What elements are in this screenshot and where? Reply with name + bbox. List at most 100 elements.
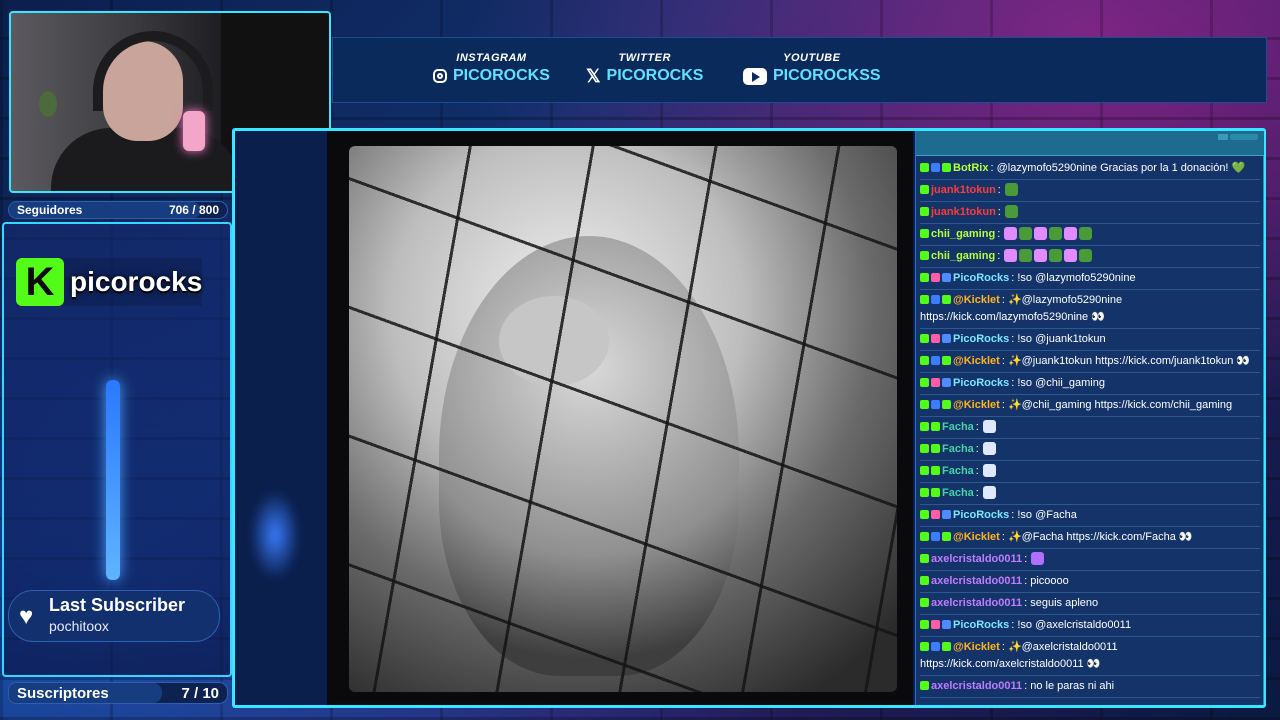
social-twitter[interactable]: TWITTER 𝕏 PICOROCKS bbox=[586, 52, 703, 85]
chat-message: Facha: bbox=[920, 483, 1260, 505]
chat-text: ✨@juank1tokun https://kick.com/juank1tok… bbox=[1007, 355, 1251, 367]
chat-text: !so @lazymofo5290nine bbox=[1017, 272, 1136, 284]
bot-badge-icon bbox=[942, 334, 951, 343]
blue-lamp-glow bbox=[250, 490, 300, 580]
chat-text: !so @juank1tokun bbox=[1017, 333, 1106, 345]
bot-badge-icon bbox=[942, 620, 951, 629]
chat-separator: : bbox=[975, 487, 982, 499]
chat-message: axelcristaldo0011: no le paras ni ahi bbox=[920, 676, 1260, 698]
pepe-emote-icon bbox=[1079, 227, 1093, 240]
social-youtube[interactable]: YOUTUBE PICOROCKSS bbox=[743, 52, 881, 85]
subscribers-value: 7 / 10 bbox=[181, 684, 219, 702]
kick-badge-icon bbox=[920, 273, 929, 282]
chat-username[interactable]: PicoRocks bbox=[953, 509, 1009, 521]
pepe-emote-icon bbox=[1079, 249, 1093, 262]
social-handle: PICOROCKS bbox=[606, 67, 704, 84]
followers-goal-bar: Seguidores 706 / 800 bbox=[8, 201, 228, 219]
chat-username[interactable]: axelcristaldo0011 bbox=[931, 597, 1022, 609]
instagram-icon bbox=[433, 69, 447, 83]
light-stick bbox=[106, 380, 120, 580]
subscribers-label: Suscriptores bbox=[17, 684, 109, 702]
social-instagram[interactable]: INSTAGRAM PICOROCKS bbox=[433, 52, 550, 85]
kick-badge-icon bbox=[920, 642, 929, 651]
kick-badge-icon bbox=[920, 466, 929, 475]
chat-message: PicoRocks: !so @axelcristaldo0011 bbox=[920, 615, 1260, 637]
social-links-bar: INSTAGRAM PICOROCKS TWITTER 𝕏 PICOROCKS … bbox=[332, 37, 1267, 103]
chat-text: @lazymofo5290nine Gracias por la 1 donac… bbox=[996, 162, 1246, 174]
mod-badge-icon bbox=[931, 642, 940, 651]
social-label: INSTAGRAM bbox=[456, 52, 527, 64]
chat-message: @Kicklet: ✨@juank1tokun https://kick.com… bbox=[920, 351, 1260, 373]
bot-badge-icon bbox=[942, 510, 951, 519]
chat-message-list: BotRix: @lazymofo5290nine Gracias por la… bbox=[916, 156, 1264, 700]
chat-message: PicoRocks: !so @Facha bbox=[920, 505, 1260, 527]
chat-username[interactable]: @Kicklet bbox=[953, 355, 1000, 367]
kick-badge-icon bbox=[920, 295, 929, 304]
chat-separator: : bbox=[975, 421, 982, 433]
ver-badge-icon bbox=[931, 444, 940, 453]
kick-badge-icon bbox=[920, 185, 929, 194]
cat-emote-icon bbox=[1031, 552, 1045, 565]
chat-username[interactable]: @Kicklet bbox=[953, 531, 1000, 543]
chat-username[interactable]: Facha bbox=[942, 443, 974, 455]
chat-message: Facha: bbox=[920, 417, 1260, 439]
last-subscriber-widget: ♥ Last Subscriber pochitoox bbox=[8, 590, 220, 642]
chat-text: no le paras ni ahi bbox=[1030, 680, 1115, 692]
chat-username[interactable]: BotRix bbox=[953, 162, 988, 174]
x-icon: 𝕏 bbox=[586, 66, 601, 86]
kick-badge-icon bbox=[920, 510, 929, 519]
chat-message: PicoRocks: !so @lazymofo5290nine bbox=[920, 268, 1260, 290]
chat-username[interactable]: axelcristaldo0011 bbox=[931, 575, 1022, 587]
kick-badge-icon bbox=[920, 422, 929, 431]
chat-username[interactable]: Facha bbox=[942, 465, 974, 477]
chat-message: PicoRocks: !so @chii_gaming bbox=[920, 373, 1260, 395]
mod-badge-icon bbox=[931, 295, 940, 304]
subscribers-goal-bar: Suscriptores 7 / 10 bbox=[8, 682, 228, 704]
chat-message: axelcristaldo0011: bbox=[920, 549, 1260, 571]
w-emote-icon bbox=[1004, 227, 1018, 240]
social-handle: PICOROCKSS bbox=[773, 67, 881, 84]
kick-badge-icon bbox=[920, 532, 929, 541]
kick-badge-icon bbox=[920, 400, 929, 409]
chat-message: PicoRocks: !so @juank1tokun bbox=[920, 329, 1260, 351]
chat-username[interactable]: @Kicklet bbox=[953, 641, 1000, 653]
social-label: YOUTUBE bbox=[783, 52, 841, 64]
chat-username[interactable]: @Kicklet bbox=[953, 294, 1000, 306]
chat-username[interactable]: PicoRocks bbox=[953, 333, 1009, 345]
chat-username[interactable]: Facha bbox=[942, 421, 974, 433]
chat-header bbox=[916, 131, 1264, 156]
kick-badge-icon bbox=[920, 598, 929, 607]
mod-badge-icon bbox=[931, 400, 940, 409]
chat-username[interactable]: PicoRocks bbox=[953, 377, 1009, 389]
chat-username[interactable]: PicoRocks bbox=[953, 619, 1009, 631]
youtube-icon bbox=[743, 67, 767, 85]
pepe-emote-icon bbox=[1019, 249, 1033, 262]
channel-name: picorocks bbox=[70, 266, 203, 297]
kick-badge-icon bbox=[920, 576, 929, 585]
ver-badge-icon bbox=[931, 466, 940, 475]
chat-username[interactable]: @Kicklet bbox=[953, 399, 1000, 411]
chat-username[interactable]: axelcristaldo0011 bbox=[931, 553, 1022, 565]
social-label: TWITTER bbox=[618, 52, 671, 64]
chat-text: seguis apleno bbox=[1030, 597, 1099, 609]
chat-text: !so @Facha bbox=[1017, 509, 1077, 521]
mod-badge-icon bbox=[931, 356, 940, 365]
chat-separator: : bbox=[997, 206, 1004, 218]
chat-username[interactable]: Facha bbox=[942, 487, 974, 499]
chat-username[interactable]: juank1tokun bbox=[931, 206, 996, 218]
chat-separator: : bbox=[975, 443, 982, 455]
kick-badge-icon bbox=[920, 554, 929, 563]
microphone-icon bbox=[183, 111, 205, 151]
w-emote-icon bbox=[1064, 249, 1078, 262]
webcam-plant bbox=[39, 91, 57, 117]
chat-header-indicator bbox=[1218, 134, 1228, 140]
chat-username[interactable]: chii_gaming bbox=[931, 228, 995, 240]
chat-username[interactable]: chii_gaming bbox=[931, 250, 995, 262]
chat-separator: : bbox=[997, 250, 1004, 262]
chat-message: @Kicklet: ✨@chii_gaming https://kick.com… bbox=[920, 395, 1260, 417]
chat-username[interactable]: PicoRocks bbox=[953, 272, 1009, 284]
pink-badge-icon bbox=[931, 273, 940, 282]
pepe-emote-icon bbox=[1004, 205, 1018, 218]
chat-username[interactable]: axelcristaldo0011 bbox=[931, 680, 1022, 692]
chat-username[interactable]: juank1tokun bbox=[931, 184, 996, 196]
